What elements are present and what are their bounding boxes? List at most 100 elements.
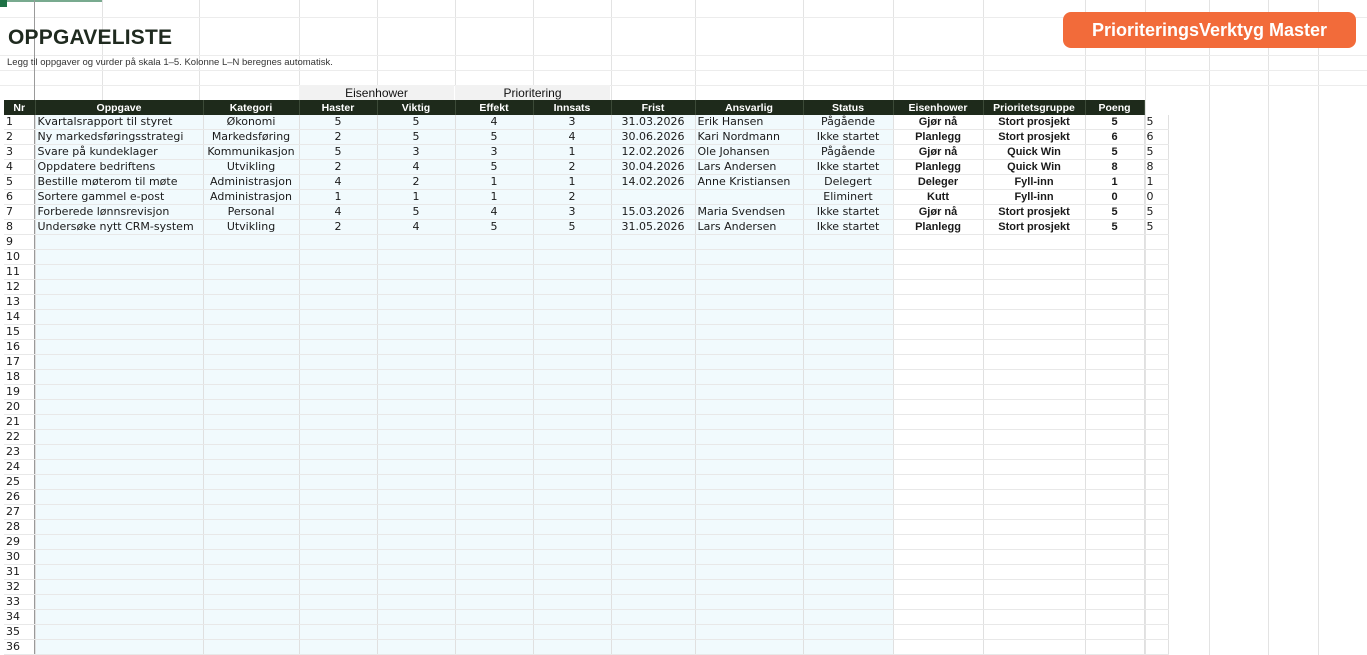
empty-cell[interactable] bbox=[695, 309, 804, 325]
header-haster[interactable]: Haster bbox=[299, 100, 378, 115]
empty-cell[interactable] bbox=[455, 279, 534, 295]
cell-status[interactable]: Ikke startet bbox=[803, 159, 894, 175]
empty-cell[interactable] bbox=[695, 249, 804, 265]
empty-cell[interactable] bbox=[299, 639, 378, 655]
empty-cell[interactable] bbox=[203, 324, 300, 340]
empty-cell[interactable] bbox=[35, 279, 204, 295]
empty-cell[interactable] bbox=[1085, 489, 1145, 505]
empty-cell[interactable] bbox=[455, 264, 534, 280]
empty-cell[interactable] bbox=[803, 564, 894, 580]
empty-cell[interactable] bbox=[203, 564, 300, 580]
empty-cell[interactable] bbox=[299, 399, 378, 415]
empty-cell[interactable] bbox=[695, 414, 804, 430]
empty-cell[interactable] bbox=[1144, 414, 1169, 430]
empty-cell[interactable] bbox=[983, 264, 1086, 280]
empty-cell[interactable] bbox=[299, 339, 378, 355]
empty-cell[interactable] bbox=[35, 504, 204, 520]
empty-cell[interactable] bbox=[533, 279, 612, 295]
cell-eisenhower[interactable]: Kutt bbox=[893, 189, 984, 205]
cell-innsats[interactable]: 4 bbox=[533, 129, 612, 145]
empty-cell[interactable] bbox=[299, 459, 378, 475]
empty-cell[interactable] bbox=[455, 534, 534, 550]
empty-cell[interactable] bbox=[35, 564, 204, 580]
empty-cell[interactable] bbox=[893, 279, 984, 295]
empty-cell[interactable] bbox=[533, 489, 612, 505]
empty-cell[interactable] bbox=[983, 519, 1086, 535]
empty-cell[interactable] bbox=[533, 369, 612, 385]
empty-cell[interactable] bbox=[455, 384, 534, 400]
empty-cell[interactable] bbox=[695, 504, 804, 520]
header-prioritetsgruppe[interactable]: Prioritetsgruppe bbox=[983, 100, 1086, 115]
cell-ansvarlig[interactable]: Lars Andersen bbox=[695, 219, 804, 235]
empty-cell[interactable] bbox=[695, 549, 804, 565]
empty-cell[interactable] bbox=[35, 384, 204, 400]
empty-cell[interactable] bbox=[695, 264, 804, 280]
empty-cell[interactable] bbox=[803, 399, 894, 415]
master-button[interactable]: PrioriteringsVerktyg Master bbox=[1063, 12, 1356, 48]
empty-cell[interactable] bbox=[203, 519, 300, 535]
cell-kategori[interactable]: Økonomi bbox=[203, 115, 300, 130]
empty-cell[interactable] bbox=[1144, 534, 1169, 550]
empty-cell[interactable] bbox=[1144, 399, 1169, 415]
cell-nr[interactable]: 3 bbox=[4, 144, 36, 160]
cell-haster[interactable]: 2 bbox=[299, 219, 378, 235]
empty-cell[interactable] bbox=[1085, 519, 1145, 535]
empty-cell[interactable] bbox=[1144, 384, 1169, 400]
empty-cell[interactable] bbox=[803, 249, 894, 265]
empty-cell[interactable] bbox=[377, 549, 456, 565]
empty-cell[interactable] bbox=[377, 429, 456, 445]
empty-cell[interactable] bbox=[1085, 594, 1145, 610]
empty-cell[interactable] bbox=[35, 249, 204, 265]
empty-cell[interactable] bbox=[1144, 459, 1169, 475]
cell-oppgave[interactable]: Oppdatere bedriftens bbox=[35, 159, 204, 175]
empty-cell[interactable] bbox=[203, 534, 300, 550]
empty-cell[interactable] bbox=[611, 534, 696, 550]
empty-cell[interactable] bbox=[203, 264, 300, 280]
empty-cell[interactable] bbox=[455, 549, 534, 565]
header-poeng[interactable]: Poeng bbox=[1085, 100, 1145, 115]
empty-cell[interactable] bbox=[893, 354, 984, 370]
empty-cell[interactable] bbox=[983, 384, 1086, 400]
empty-cell[interactable] bbox=[35, 234, 204, 250]
empty-cell[interactable] bbox=[203, 339, 300, 355]
empty-cell[interactable] bbox=[1144, 594, 1169, 610]
cell-innsats[interactable]: 1 bbox=[533, 144, 612, 160]
cell-nr[interactable]: 1 bbox=[4, 115, 36, 130]
empty-cell[interactable] bbox=[35, 609, 204, 625]
empty-cell[interactable] bbox=[1085, 609, 1145, 625]
empty-cell[interactable] bbox=[533, 639, 612, 655]
empty-cell[interactable] bbox=[533, 249, 612, 265]
empty-cell[interactable] bbox=[893, 234, 984, 250]
cell-effekt[interactable]: 1 bbox=[455, 189, 534, 205]
cell-nr[interactable]: 2 bbox=[4, 129, 36, 145]
cell-prioritetsgruppe[interactable]: Stort prosjekt bbox=[983, 115, 1086, 130]
empty-cell[interactable] bbox=[533, 429, 612, 445]
cell-effekt[interactable]: 1 bbox=[455, 174, 534, 190]
cell-oppgave[interactable]: Kvartalsrapport til styret bbox=[35, 115, 204, 130]
cell-poeng[interactable]: 5 bbox=[1085, 204, 1145, 220]
empty-cell[interactable] bbox=[983, 609, 1086, 625]
empty-cell[interactable] bbox=[983, 294, 1086, 310]
empty-cell[interactable] bbox=[983, 624, 1086, 640]
empty-cell[interactable] bbox=[203, 429, 300, 445]
empty-cell[interactable] bbox=[611, 309, 696, 325]
empty-cell[interactable] bbox=[893, 519, 984, 535]
empty-cell[interactable] bbox=[203, 369, 300, 385]
empty-cell[interactable] bbox=[203, 444, 300, 460]
empty-cell[interactable] bbox=[455, 459, 534, 475]
cell-innsats[interactable]: 2 bbox=[533, 189, 612, 205]
empty-cell[interactable] bbox=[893, 579, 984, 595]
empty-cell[interactable] bbox=[803, 519, 894, 535]
empty-cell[interactable] bbox=[1144, 309, 1169, 325]
cell-status[interactable]: Delegert bbox=[803, 174, 894, 190]
empty-cell[interactable] bbox=[35, 534, 204, 550]
empty-cell[interactable] bbox=[803, 504, 894, 520]
cell-innsats[interactable]: 5 bbox=[533, 219, 612, 235]
empty-cell[interactable] bbox=[611, 459, 696, 475]
empty-cell[interactable] bbox=[893, 639, 984, 655]
empty-cell[interactable] bbox=[611, 249, 696, 265]
empty-cell[interactable] bbox=[299, 594, 378, 610]
empty-cell[interactable] bbox=[377, 294, 456, 310]
empty-cell[interactable] bbox=[1144, 324, 1169, 340]
empty-cell[interactable] bbox=[377, 309, 456, 325]
